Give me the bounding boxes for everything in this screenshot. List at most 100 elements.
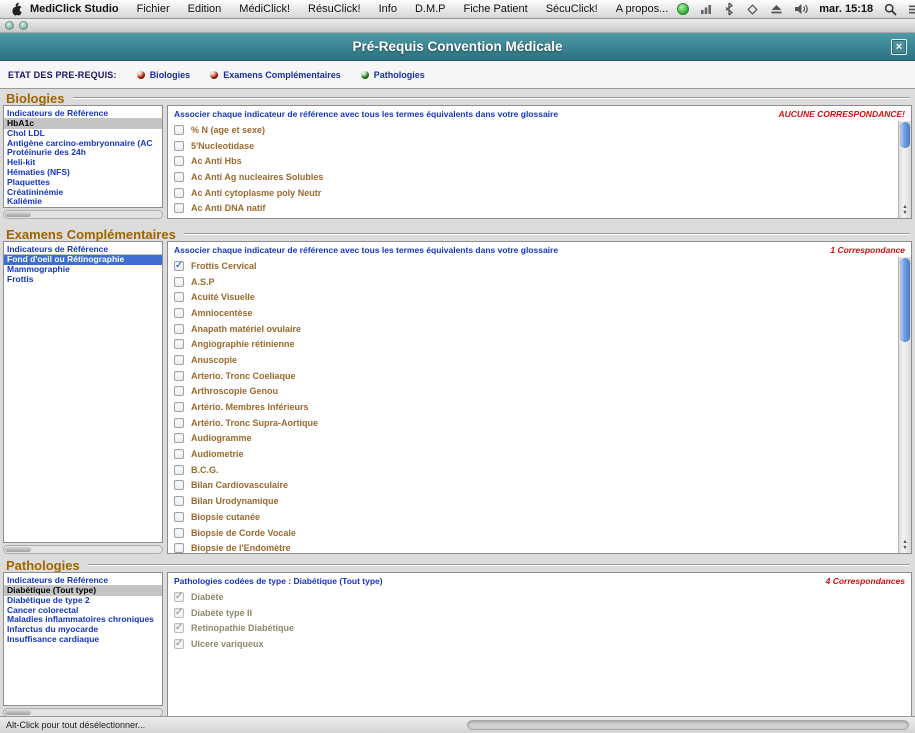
checkbox-icon[interactable] [174,418,184,428]
reference-item-antigene-carcino-embryonnaire-ac[interactable]: Antigène carcino-embryonnaire (AC [4,139,162,149]
scrollbar-thumb[interactable] [5,212,31,217]
app-status-green-icon[interactable] [677,3,689,15]
scrollbar-arrows-icon[interactable]: ▲▼ [899,204,911,216]
checkbox-icon[interactable] [174,465,184,475]
vertical-scrollbar[interactable]: ▲▼ [898,121,911,218]
checkbox-checked-icon[interactable]: ✓ [174,592,184,602]
menu-secuclick[interactable]: SécuClick! [537,3,607,15]
checkbox-icon[interactable] [174,125,184,135]
window-close-button[interactable] [5,21,14,30]
list-row-5-nucleotidase[interactable]: 5'Nucleotidase [168,138,898,154]
list-row-arthroscopie-genou[interactable]: Arthroscopie Genou [168,384,898,400]
reference-item-plaquettes[interactable]: Plaquettes [4,178,162,188]
checkbox-icon[interactable] [174,512,184,522]
list-row-arterio-tronc-supra-aortique[interactable]: Artério. Tronc Supra-Aortique [168,415,898,431]
reference-item-diabetique-tout-type[interactable]: Diabétique (Tout type) [4,586,162,596]
reference-item-creatininemie[interactable]: Créatininémie [4,188,162,198]
scrollbar-thumb[interactable] [900,122,910,148]
list-row-arterio-membres-inferieurs[interactable]: Artério. Membres Inférieurs [168,399,898,415]
list-row-ac-anti-hbc-totaux[interactable]: Ac Anti HBc Totaux [168,216,898,218]
checkbox-icon[interactable] [174,480,184,490]
list-row-anuscopie[interactable]: Anuscopie [168,352,898,368]
reference-item-hematies-nfs[interactable]: Hématies (NFS) [4,168,162,178]
reference-item-insuffisance-cardiaque[interactable]: Insuffisance cardiaque [4,635,162,645]
checkbox-icon[interactable] [174,402,184,412]
list-row-b-c-g[interactable]: B.C.G. [168,462,898,478]
list-row-ac-anti-dna-natif[interactable]: Ac Anti DNA natif [168,200,898,216]
list-row-bilan-urodynamique[interactable]: Bilan Urodynamique [168,493,898,509]
reference-item-chol-ldl[interactable]: Chol LDL [4,129,162,139]
checkbox-icon[interactable] [174,528,184,538]
checkbox-icon[interactable] [174,386,184,396]
reference-item-frottis[interactable]: Frottis [4,275,162,285]
checkbox-icon[interactable] [174,188,184,198]
checkbox-checked-icon[interactable]: ✓ [174,608,184,618]
menu-edition[interactable]: Edition [179,3,231,15]
checkbox-checked-icon[interactable]: ✓ [174,639,184,649]
list-row-diabete[interactable]: ✓Diabète [168,589,911,605]
reference-item-maladies-inflammatoires-chroniques[interactable]: Maladies inflammatoires chroniques [4,615,162,625]
list-row-ac-anti-ag-nucleaires-solubles[interactable]: Ac Anti Ag nucleaires Solubles [168,169,898,185]
scrollbar-arrows-icon[interactable]: ▲▼ [899,539,911,551]
reference-item-infarctus-du-myocarde[interactable]: Infarctus du myocarde [4,625,162,635]
list-row-frottis-cervical[interactable]: ✓Frottis Cervical [168,258,898,274]
reference-item-proteinurie-des-24h[interactable]: Protéinurie des 24h [4,148,162,158]
list-row-audiometrie[interactable]: Audiometrie [168,446,898,462]
checkbox-icon[interactable] [174,433,184,443]
reference-item-hba1c[interactable]: HbA1c [4,119,162,129]
horizontal-scrollbar[interactable] [3,545,163,554]
checkbox-icon[interactable] [174,496,184,506]
eject-icon[interactable] [770,3,783,15]
vertical-scrollbar[interactable]: ▲▼ [898,257,911,553]
list-row-biopsie-cutanee[interactable]: Biopsie cutanée [168,509,898,525]
checkbox-icon[interactable] [174,203,184,213]
checkbox-icon[interactable] [174,156,184,166]
prereq-item-biologies[interactable]: Biologies [137,70,191,80]
checkbox-icon[interactable] [174,371,184,381]
checkbox-icon[interactable] [174,449,184,459]
reference-item-mammographie[interactable]: Mammographie [4,265,162,275]
checkbox-icon[interactable] [174,277,184,287]
list-row-ac-anti-hbs[interactable]: Ac Anti Hbs [168,153,898,169]
list-row-acuite-visuelle[interactable]: Acuité Visuelle [168,289,898,305]
scrollbar-thumb[interactable] [900,258,910,342]
list-row-amniocentese[interactable]: Amniocentèse [168,305,898,321]
levels-icon[interactable] [700,3,712,15]
bluetooth-icon[interactable] [723,2,735,16]
list-row-diabete-type-ii[interactable]: ✓Diabète type II [168,605,911,621]
checkbox-icon[interactable] [174,308,184,318]
dialog-close-button[interactable]: × [891,39,907,55]
volume-icon[interactable] [794,3,808,15]
menu-resuclick[interactable]: RésuClick! [299,3,370,15]
checkbox-checked-icon[interactable]: ✓ [174,261,184,271]
menu-a-propos[interactable]: A propos... [607,3,678,15]
menu-fichier[interactable]: Fichier [128,3,179,15]
checkbox-icon[interactable] [174,339,184,349]
checkbox-icon[interactable] [174,543,184,553]
menu-list-icon[interactable] [908,4,915,15]
status-horizontal-scrollbar[interactable] [467,720,909,730]
window-minimize-button[interactable] [19,21,28,30]
scrollbar-thumb[interactable] [5,710,31,715]
list-row-arterio-tronc-coeliaque[interactable]: Arterio. Tronc Coeliaque [168,368,898,384]
list-row-n-age-et-sexe[interactable]: % N (age et sexe) [168,122,898,138]
checkbox-icon[interactable] [174,141,184,151]
menu-d-m-p[interactable]: D.M.P [406,3,455,15]
list-row-angiographie-retinienne[interactable]: Angiographie rétinienne [168,336,898,352]
menubar-clock[interactable]: mar. 15:18 [819,3,873,15]
reference-item-heli-kit[interactable]: Heli-kit [4,158,162,168]
reference-item-cancer-colorectal[interactable]: Cancer colorectal [4,606,162,616]
prereq-item-pathologies[interactable]: Pathologies [361,70,425,80]
list-row-biopsie-de-l-endometre[interactable]: Biopsie de l'Endomètre [168,540,898,553]
menu-mediclick[interactable]: MédiClick! [230,3,299,15]
list-row-biopsie-de-corde-vocale[interactable]: Biopsie de Corde Vocale [168,525,898,541]
list-row-ulcere-variqueux[interactable]: ✓Ulcere variqueux [168,636,911,652]
spotlight-search-icon[interactable] [884,3,897,16]
checkbox-icon[interactable] [174,292,184,302]
diamond-icon[interactable] [746,3,759,16]
list-row-retinopathie-diabetique[interactable]: ✓Retinopathie Diabétique [168,620,911,636]
menu-app-name[interactable]: MediClick Studio [30,3,128,15]
list-row-anapath-materiel-ovulaire[interactable]: Anapath matériel ovulaire [168,321,898,337]
menu-fiche-patient[interactable]: Fiche Patient [455,3,537,15]
checkbox-checked-icon[interactable]: ✓ [174,623,184,633]
